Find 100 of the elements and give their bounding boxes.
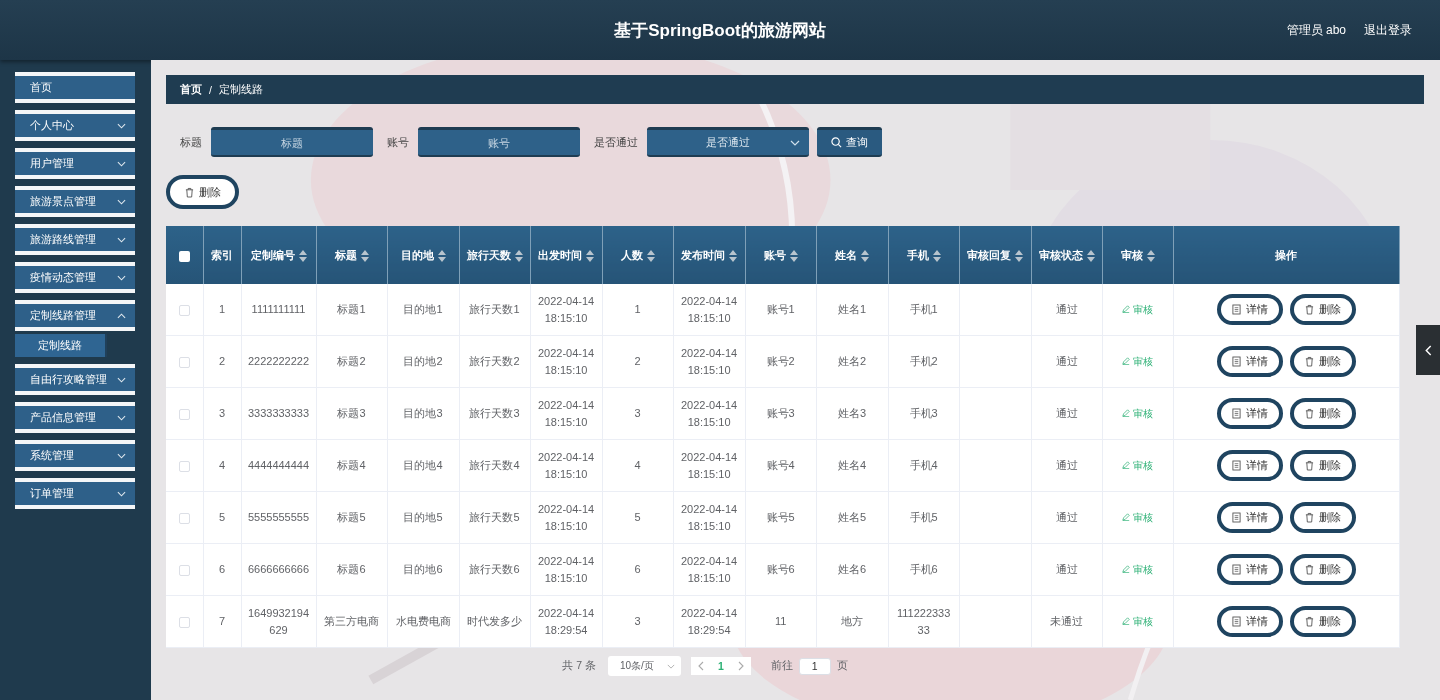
table-cell: 3333333333 [247, 407, 310, 419]
input-field[interactable]: 账号 [418, 127, 580, 157]
delete-button[interactable]: 删除 [1289, 294, 1356, 325]
table-cell: 2022-04-14 18:15:10 [680, 502, 738, 532]
delete-button[interactable]: 删除 [1289, 346, 1356, 377]
detail-button[interactable]: 详情 [1216, 554, 1283, 585]
table-cell: 目的地5 [403, 511, 443, 523]
document-icon [1231, 512, 1241, 523]
table-cell: 2 [634, 355, 641, 367]
menu-item[interactable]: 疫情动态管理 [15, 262, 135, 293]
delete-button[interactable]: 删除 [1289, 606, 1356, 637]
sort-icon[interactable] [646, 250, 655, 263]
column-header: 索引 [203, 226, 241, 284]
menu-item[interactable]: 旅游景点管理 [15, 186, 135, 217]
sort-icon[interactable] [861, 250, 870, 263]
detail-button[interactable]: 详情 [1216, 398, 1283, 429]
detail-button[interactable]: 详情 [1216, 450, 1283, 481]
menu-item[interactable]: 定制线路管理 [15, 300, 135, 331]
breadcrumb-link[interactable]: 定制线路 [218, 82, 263, 97]
detail-button[interactable]: 详情 [1216, 346, 1283, 377]
row-checkbox[interactable] [178, 304, 190, 316]
table-cell: 6666666666 [247, 563, 310, 575]
logout-link[interactable]: 退出登录 [1364, 21, 1412, 39]
table-cell: 通过 [1055, 459, 1078, 471]
trash-icon [1304, 408, 1314, 419]
chevron-icon [117, 414, 126, 421]
table-cell: 手机1 [909, 303, 938, 315]
page-size-select[interactable]: 10条/页 [607, 656, 681, 676]
table-cell: 标题2 [337, 355, 366, 367]
previous-page-icon[interactable] [697, 661, 704, 671]
menu-item[interactable]: 用户管理 [15, 148, 135, 179]
page-suffix: 页 [836, 659, 848, 673]
table-cell: 旅行天数4 [469, 459, 520, 471]
document-icon [1231, 304, 1241, 315]
menu-item[interactable]: 产品信息管理 [15, 402, 135, 433]
table-cell: 地方 [841, 615, 864, 627]
table-cell: 账号2 [766, 355, 795, 367]
table-cell: 2022-04-14 18:15:10 [537, 554, 595, 584]
detail-button[interactable]: 详情 [1216, 294, 1283, 325]
chevron-icon [666, 663, 675, 669]
delete-button[interactable]: 删除 [1289, 502, 1356, 533]
table-cell: 3 [634, 615, 641, 627]
sort-icon[interactable] [437, 250, 446, 263]
menu-item[interactable]: 系统管理 [15, 440, 135, 471]
row-checkbox[interactable] [178, 356, 190, 368]
menu-item[interactable]: 首页 [15, 72, 135, 103]
chevron-icon [790, 139, 800, 146]
column-header: 标题 [316, 226, 388, 284]
table-cell: 手机6 [909, 563, 938, 575]
row-checkbox[interactable] [178, 460, 190, 472]
filter-label: 是否通过 [594, 134, 638, 150]
breadcrumb-link[interactable]: 首页 [180, 82, 202, 97]
next-page-icon[interactable] [737, 661, 744, 671]
sort-icon[interactable] [932, 250, 941, 263]
table-cell: 通过 [1055, 303, 1078, 315]
sort-icon[interactable] [1146, 250, 1155, 263]
table-cell: 旅行天数5 [469, 511, 520, 523]
delete-button[interactable]: 删除 [1289, 450, 1356, 481]
select-all-checkbox[interactable] [178, 250, 190, 262]
sort-icon[interactable] [514, 250, 523, 263]
delete-button[interactable]: 删除 [1289, 554, 1356, 585]
sort-icon[interactable] [789, 250, 798, 263]
table-cell: 2022-04-14 18:15:10 [680, 294, 738, 324]
collapse-tab[interactable] [1416, 325, 1440, 375]
sort-icon[interactable] [729, 250, 738, 263]
row-checkbox[interactable] [178, 616, 190, 628]
pencil-icon [1122, 409, 1131, 418]
table-cell: 通过 [1055, 355, 1078, 367]
table-cell: 11122233333 [896, 606, 951, 636]
menu-item[interactable]: 订单管理 [15, 478, 135, 509]
filter-label: 账号 [387, 134, 409, 150]
delete-button[interactable]: 删除 [166, 175, 239, 209]
row-checkbox[interactable] [178, 408, 190, 420]
input-field[interactable]: 标题 [211, 127, 373, 157]
sort-icon[interactable] [1086, 250, 1095, 263]
menu-item[interactable]: 旅游路线管理 [15, 224, 135, 255]
table-cell: 账号4 [766, 459, 795, 471]
menu-item[interactable]: 个人中心 [15, 110, 135, 141]
submenu-item[interactable]: 定制线路 [15, 334, 107, 357]
table-cell: 姓名2 [838, 355, 867, 367]
sort-icon[interactable] [1015, 250, 1024, 263]
detail-button[interactable]: 详情 [1216, 502, 1283, 533]
select-field[interactable]: 是否通过 [647, 127, 809, 157]
pencil-icon [1122, 513, 1131, 522]
column-header: 发布时间 [673, 226, 746, 284]
pencil-icon [1122, 565, 1131, 574]
menu-item[interactable]: 自由行攻略管理 [15, 364, 135, 395]
search-button[interactable]: 查询 [817, 127, 882, 157]
table-cell: 6 [634, 563, 641, 575]
sort-icon[interactable] [586, 250, 595, 263]
column-header: 人数 [602, 226, 674, 284]
table-cell: 账号1 [766, 303, 795, 315]
sort-icon[interactable] [298, 250, 307, 263]
table-cell: 2022-04-14 18:15:10 [537, 346, 595, 376]
delete-button[interactable]: 删除 [1289, 398, 1356, 429]
trash-icon [1304, 356, 1314, 367]
row-checkbox[interactable] [178, 512, 190, 524]
sort-icon[interactable] [360, 250, 369, 263]
detail-button[interactable]: 详情 [1216, 606, 1283, 637]
row-checkbox[interactable] [178, 564, 190, 576]
